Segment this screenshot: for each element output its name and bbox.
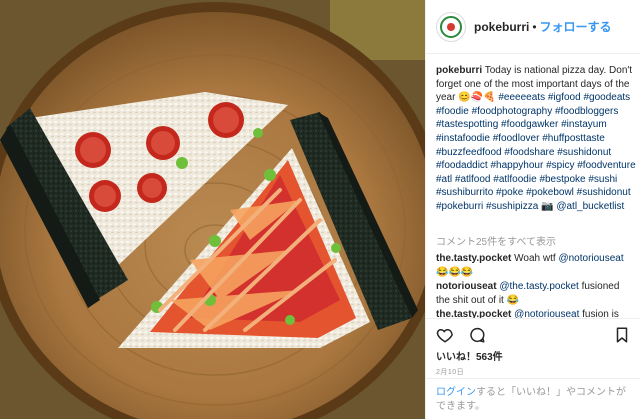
hashtag-link[interactable]: #atlfoodie	[493, 174, 536, 185]
header-separator: •	[532, 19, 537, 34]
hashtag-link[interactable]: #happyhour	[491, 160, 544, 171]
hashtag-link[interactable]: #foodshare	[504, 147, 554, 158]
comment-text: Woah wtf	[511, 253, 559, 264]
hashtag-link[interactable]: #sushiburrito	[436, 187, 493, 198]
caption-text: Today is national pizza day. Don't forge…	[436, 65, 636, 212]
heart-icon[interactable]	[436, 326, 454, 344]
avatar[interactable]	[436, 11, 466, 42]
hashtag-link[interactable]: #foodphotography	[472, 106, 553, 117]
hashtag-link[interactable]: #huffposttaste	[542, 133, 605, 144]
hashtag-link[interactable]: #bestpoke	[539, 174, 585, 185]
hashtag-link[interactable]: #foodaddict	[436, 160, 488, 171]
comment-item: the.tasty.pocket Woah wtf @notoriouseat …	[436, 252, 636, 279]
comment-list: the.tasty.pocket Woah wtf @notoriouseat …	[426, 248, 640, 318]
hashtag-link[interactable]: #sushi	[588, 174, 617, 185]
comment-mention[interactable]: @notoriouseat	[514, 309, 579, 318]
comment-item: the.tasty.pocket @notoriouseat fusion is	[436, 308, 636, 318]
comment-username[interactable]: the.tasty.pocket	[436, 309, 511, 318]
hashtag-link[interactable]: #tastespotting	[436, 119, 498, 130]
caption-text-segment: 📷	[538, 200, 557, 212]
hashtag-link[interactable]: #poke	[496, 187, 523, 198]
hashtag-link[interactable]: #spicy	[546, 160, 574, 171]
mention-link[interactable]: @atl_bucketlist	[556, 201, 624, 212]
hashtag-link[interactable]: #sushidonut	[577, 187, 631, 198]
hashtag-link[interactable]: #goodeats	[583, 92, 630, 103]
hashtag-link[interactable]: #pokeburri	[436, 201, 483, 212]
post-side-panel: pokeburri • フォローする pokeburri Today is na…	[425, 0, 640, 419]
follow-button[interactable]: フォローする	[540, 18, 612, 35]
hashtag-link[interactable]: #pokebowl	[526, 187, 574, 198]
view-all-comments-link[interactable]: コメント25件をすべて表示	[436, 233, 556, 248]
hashtag-link[interactable]: #foodventure	[577, 160, 635, 171]
hashtag-link[interactable]: #instafoodie	[436, 133, 490, 144]
hashtag-link[interactable]: #foodlover	[493, 133, 540, 144]
hashtag-link[interactable]: #foodgawker	[501, 119, 558, 130]
hashtag-link[interactable]: #buzzfeedfood	[436, 147, 502, 158]
bookmark-icon[interactable]	[613, 326, 631, 344]
post-date: 2月10日	[436, 369, 465, 376]
hashtag-link[interactable]: #sushidonut	[557, 147, 611, 158]
hashtag-link[interactable]: #atl	[436, 174, 452, 185]
comment-item: notoriouseat @the.tasty.pocket fusioned …	[436, 280, 636, 307]
hashtag-link[interactable]: #foodie	[436, 106, 469, 117]
hashtag-link[interactable]: #atlfood	[455, 174, 491, 185]
login-link[interactable]: ログイン	[436, 387, 476, 398]
comment-mention[interactable]: @notoriouseat	[558, 253, 623, 264]
post-caption: pokeburri Today is national pizza day. D…	[436, 64, 636, 214]
comment-username[interactable]: the.tasty.pocket	[436, 253, 511, 264]
comment-icon[interactable]	[468, 326, 486, 344]
caption-username[interactable]: pokeburri	[436, 65, 482, 76]
action-bar	[426, 318, 640, 350]
comment-text-after: 😂😂😂	[436, 266, 474, 278]
comment-username[interactable]: notoriouseat	[436, 281, 497, 292]
comment-mention[interactable]: @the.tasty.pocket	[499, 281, 578, 292]
hashtag-link[interactable]: #sushipizza	[486, 201, 538, 212]
comment-text-after: fusion is	[579, 309, 619, 318]
hashtag-link[interactable]: #foodbloggers	[555, 106, 618, 117]
likes-count[interactable]: いいね！563件	[436, 348, 503, 363]
hashtag-link[interactable]: #igfood	[548, 92, 581, 103]
hashtag-link[interactable]: #instayum	[561, 119, 607, 130]
sushi-pizza-photo	[0, 0, 425, 419]
hashtag-link[interactable]: #eeeeeats	[498, 92, 545, 103]
header-username[interactable]: pokeburri	[474, 20, 529, 34]
post-photo	[0, 0, 425, 419]
login-prompt: ログインすると「いいね！」やコメントができます。	[426, 378, 640, 419]
post-header: pokeburri • フォローする	[426, 0, 640, 54]
